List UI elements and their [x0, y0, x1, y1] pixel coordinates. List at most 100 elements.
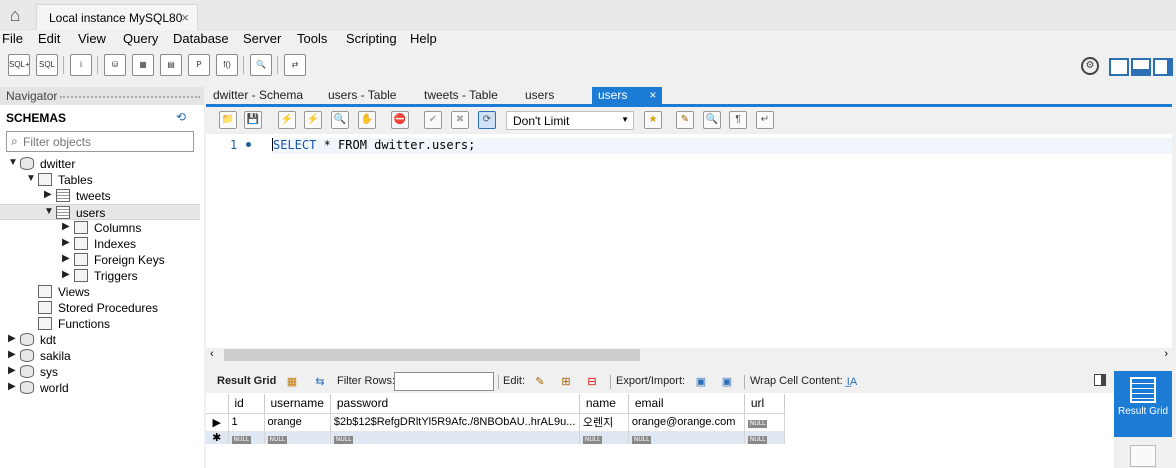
cell-id-new[interactable]: NULL — [228, 431, 265, 444]
search-table-icon[interactable]: 🔍 — [250, 54, 272, 76]
tree-item-sakila[interactable]: ▶ sakila — [0, 348, 200, 364]
collapsed-arrow-icon[interactable]: ▶ — [44, 189, 52, 200]
rollback-icon[interactable]: ✖ — [451, 111, 469, 129]
cell-username[interactable]: orange — [264, 413, 331, 431]
toggle-side-panel-icon[interactable] — [1094, 374, 1106, 386]
tab-users-table[interactable]: users - Table — [328, 87, 396, 105]
code-line[interactable]: SELECT * FROM dwitter.users; — [272, 138, 1172, 154]
menu-tools[interactable]: Tools — [297, 31, 327, 46]
refresh-icon[interactable]: ⟲ — [176, 110, 186, 124]
sql-editor[interactable]: 1 SELECT * FROM dwitter.users; — [206, 134, 1172, 348]
tree-item-tables[interactable]: ▼ Tables — [0, 172, 200, 188]
commit-icon[interactable]: ✔ — [424, 111, 442, 129]
toggle-output-icon[interactable] — [1131, 58, 1151, 76]
info-icon[interactable]: i — [70, 54, 92, 76]
import-icon[interactable]: ▣ — [719, 374, 735, 390]
create-function-icon[interactable]: f() — [216, 54, 238, 76]
collapsed-arrow-icon[interactable]: ▶ — [8, 333, 16, 344]
execute-icon[interactable]: ⚡ — [278, 111, 296, 129]
tree-item-triggers[interactable]: ▶ Triggers — [0, 268, 200, 284]
collapsed-arrow-icon[interactable]: ▶ — [8, 365, 16, 376]
reconnect-icon[interactable]: ⇄ — [284, 54, 306, 76]
filter-objects-input[interactable] — [23, 133, 191, 150]
limit-rows-select[interactable]: Don't Limit ▼ — [506, 111, 634, 130]
expanded-arrow-icon[interactable]: ▼ — [26, 173, 36, 184]
cell-url-new[interactable]: NULL — [744, 431, 785, 444]
collapsed-arrow-icon[interactable]: ▶ — [8, 349, 16, 360]
form-editor-icon[interactable] — [1130, 445, 1156, 467]
table-row[interactable]: ▶ 1 orange $2b$12$RefgDRltYl5R9Afc./8NBO… — [206, 413, 785, 431]
wrap-lines-icon[interactable]: ↵ — [756, 111, 774, 129]
new-row[interactable]: ✱ NULL NULL NULL NULL NULL NULL — [206, 431, 785, 444]
tab-users-query-active[interactable]: users × — [592, 87, 663, 105]
scroll-left-icon[interactable]: ‹ — [210, 348, 214, 360]
filter-objects-box[interactable]: ⌕ — [6, 131, 194, 152]
preferences-gear-icon[interactable]: ⚙ — [1081, 57, 1099, 75]
wrap-cell-icon[interactable]: I̲A — [844, 374, 860, 390]
tree-item-world[interactable]: ▶ world — [0, 380, 200, 396]
expanded-arrow-icon[interactable]: ▼ — [44, 206, 54, 217]
autocommit-icon[interactable]: ⟳ — [478, 111, 496, 129]
collapsed-arrow-icon[interactable]: ▶ — [62, 221, 70, 232]
navigator-drag-handle[interactable] — [60, 96, 200, 98]
cell-name-new[interactable]: NULL — [579, 431, 629, 444]
column-header-password[interactable]: password — [330, 394, 580, 414]
toggle-error-icon[interactable]: ⛔ — [391, 111, 409, 129]
tree-item-foreign-keys[interactable]: ▶ Foreign Keys — [0, 252, 200, 268]
export-icon[interactable]: ▣ — [693, 374, 709, 390]
edit-row-icon[interactable]: ✎ — [532, 374, 548, 390]
tree-item-columns[interactable]: ▶ Columns — [0, 220, 200, 236]
collapsed-arrow-icon[interactable]: ▶ — [62, 253, 70, 264]
column-header-name[interactable]: name — [579, 394, 629, 414]
tree-item-kdt[interactable]: ▶ kdt — [0, 332, 200, 348]
beautify-icon[interactable]: ✎ — [676, 111, 694, 129]
column-header-url[interactable]: url — [744, 394, 785, 414]
scroll-right-icon[interactable]: › — [1164, 348, 1168, 360]
cell-password-new[interactable]: NULL — [330, 431, 580, 444]
cell-username-new[interactable]: NULL — [264, 431, 331, 444]
menu-database[interactable]: Database — [173, 31, 229, 46]
find-icon[interactable]: 🔍 — [703, 111, 721, 129]
tree-item-sys[interactable]: ▶ sys — [0, 364, 200, 380]
menu-server[interactable]: Server — [243, 31, 281, 46]
filter-rows-input[interactable] — [394, 372, 494, 391]
close-tab-icon[interactable]: × — [649, 88, 656, 102]
new-sql-tab-icon[interactable]: SQL+ — [8, 54, 30, 76]
cell-url[interactable]: NULL — [744, 413, 785, 431]
create-schema-icon[interactable]: ⛁ — [104, 54, 126, 76]
invisible-chars-icon[interactable]: ¶ — [729, 111, 747, 129]
menu-file[interactable]: File — [2, 31, 23, 46]
add-snippet-icon[interactable]: ★ — [644, 111, 662, 129]
create-procedure-icon[interactable]: P — [188, 54, 210, 76]
cell-email-new[interactable]: NULL — [628, 431, 745, 444]
connection-tab[interactable]: Local instance MySQL80 × — [36, 4, 198, 30]
editor-horizontal-scrollbar[interactable]: ‹ › — [206, 348, 1172, 362]
tree-item-views[interactable]: Views — [0, 284, 200, 300]
scrollbar-thumb[interactable] — [224, 349, 640, 361]
tree-item-users[interactable]: ▼ users — [0, 204, 200, 220]
cell-name[interactable]: 오렌지 — [579, 413, 629, 431]
tree-item-dwitter[interactable]: ▼ dwitter — [0, 156, 200, 172]
refresh-results-icon[interactable]: ⇆ — [312, 374, 328, 390]
menu-edit[interactable]: Edit — [38, 31, 60, 46]
insert-row-icon[interactable]: ⊞ — [558, 374, 574, 390]
stop-icon[interactable]: ✋ — [358, 111, 376, 129]
tree-item-indexes[interactable]: ▶ Indexes — [0, 236, 200, 252]
column-header-id[interactable]: id — [228, 394, 265, 414]
tab-tweets-table[interactable]: tweets - Table — [424, 87, 498, 105]
create-table-icon[interactable]: ▦ — [132, 54, 154, 76]
tab-users-query[interactable]: users — [525, 87, 554, 105]
cell-email[interactable]: orange@orange.com — [628, 413, 745, 431]
collapsed-arrow-icon[interactable]: ▶ — [62, 269, 70, 280]
menu-help[interactable]: Help — [410, 31, 437, 46]
open-file-icon[interactable]: 📁 — [219, 111, 237, 129]
tab-dwitter-schema[interactable]: dwitter - Schema — [213, 87, 303, 105]
home-icon[interactable]: ⌂ — [4, 6, 26, 24]
delete-row-icon[interactable]: ⊟ — [584, 374, 600, 390]
grid-view-icon[interactable]: ▦ — [284, 374, 300, 390]
save-icon[interactable]: 💾 — [244, 111, 262, 129]
execute-current-icon[interactable]: ⚡ — [304, 111, 322, 129]
toggle-secondary-sidebar-icon[interactable] — [1153, 58, 1173, 76]
tree-item-tweets[interactable]: ▶ tweets — [0, 188, 200, 204]
menu-scripting[interactable]: Scripting — [346, 31, 397, 46]
